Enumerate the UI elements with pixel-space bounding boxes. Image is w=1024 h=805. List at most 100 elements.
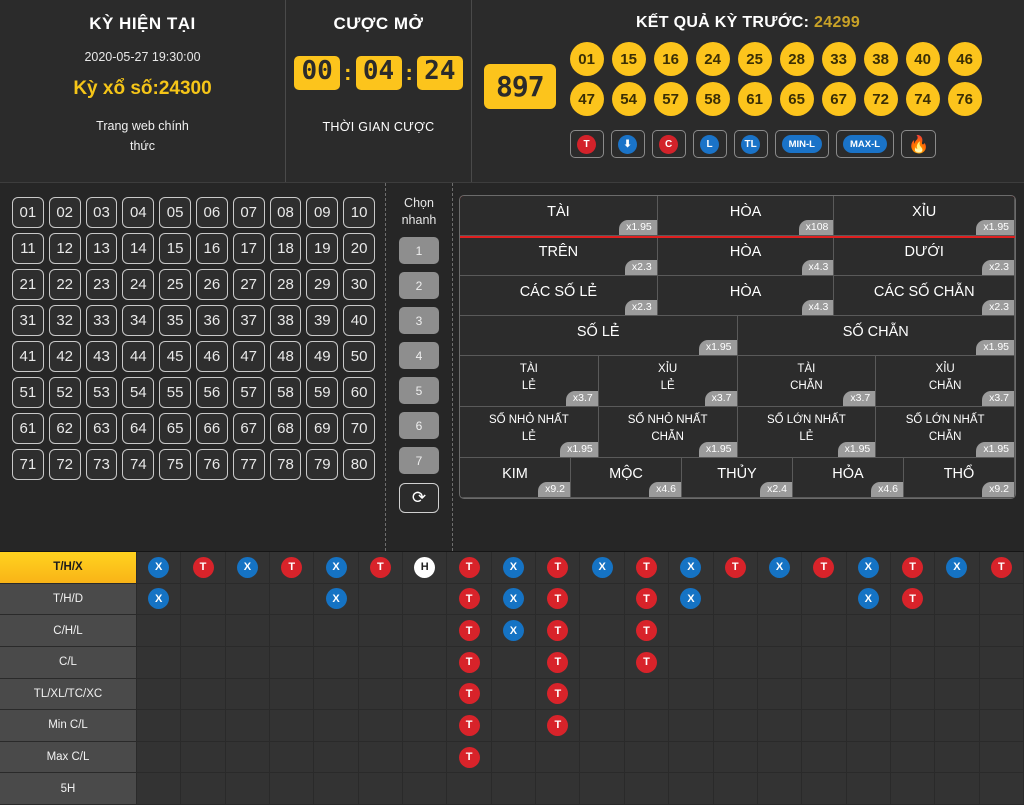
bet-option[interactable]: CÁC SỐ CHẴN x2.3 — [833, 275, 1015, 316]
tag-t-button[interactable]: T — [569, 130, 604, 158]
quick-select-button-6[interactable]: 6 — [399, 412, 439, 439]
quick-select-button-1[interactable]: 1 — [399, 237, 439, 264]
history-row-label[interactable]: TL/XL/TC/XC — [0, 678, 137, 710]
number-cell[interactable]: 21 — [12, 269, 44, 300]
tag-fire-button[interactable]: 🔥 — [901, 130, 937, 158]
number-cell[interactable]: 43 — [85, 341, 118, 372]
bet-option[interactable]: DƯỚI x2.3 — [833, 235, 1015, 276]
bet-option[interactable]: THỔ x9.2 — [903, 457, 1015, 498]
number-cell[interactable]: 03 — [85, 197, 118, 228]
number-cell[interactable]: 50 — [343, 341, 375, 372]
bet-option[interactable]: SỐ LỚN NHẤT LẺ x1.95 — [736, 406, 877, 458]
number-cell[interactable]: 58 — [269, 377, 302, 408]
number-cell[interactable]: 40 — [343, 305, 375, 336]
tag-max-l-button[interactable]: MAX-L — [835, 130, 895, 158]
number-cell[interactable]: 63 — [85, 413, 118, 444]
number-cell[interactable]: 14 — [122, 233, 155, 264]
number-cell[interactable]: 52 — [48, 377, 81, 408]
number-cell[interactable]: 55 — [159, 377, 191, 408]
number-cell[interactable]: 36 — [195, 305, 228, 336]
number-cell[interactable]: 65 — [159, 413, 191, 444]
number-cell[interactable]: 31 — [12, 305, 44, 336]
number-cell[interactable]: 26 — [195, 269, 228, 300]
number-cell[interactable]: 62 — [48, 413, 81, 444]
number-cell[interactable]: 06 — [195, 197, 228, 228]
number-cell[interactable]: 79 — [306, 449, 339, 480]
number-cell[interactable]: 08 — [269, 197, 302, 228]
bet-option[interactable]: TÀI x1.95 — [460, 196, 658, 236]
number-cell[interactable]: 49 — [306, 341, 339, 372]
bet-option[interactable]: KIM x9.2 — [460, 457, 571, 498]
number-cell[interactable]: 80 — [343, 449, 375, 480]
number-cell[interactable]: 09 — [306, 197, 339, 228]
number-cell[interactable]: 23 — [85, 269, 118, 300]
number-cell[interactable]: 15 — [159, 233, 191, 264]
number-cell[interactable]: 32 — [48, 305, 81, 336]
history-row-label[interactable]: C/H/L — [0, 615, 137, 646]
number-cell[interactable]: 66 — [195, 413, 228, 444]
tag-tl-button[interactable]: TL — [733, 130, 768, 158]
number-cell[interactable]: 38 — [269, 305, 302, 336]
history-row-label[interactable]: C/L — [0, 646, 137, 678]
number-cell[interactable]: 73 — [85, 449, 118, 480]
quick-select-button-4[interactable]: 4 — [399, 342, 439, 369]
number-cell[interactable]: 48 — [269, 341, 302, 372]
number-cell[interactable]: 02 — [48, 197, 81, 228]
history-row-label[interactable]: Min C/L — [0, 710, 137, 741]
quick-select-button-5[interactable]: 5 — [399, 377, 439, 404]
number-cell[interactable]: 53 — [85, 377, 118, 408]
quick-select-button-2[interactable]: 2 — [399, 272, 439, 299]
tag-down-button[interactable]: ⬇ — [610, 130, 645, 158]
bet-option[interactable]: XỈU LẺ x3.7 — [597, 355, 738, 407]
number-cell[interactable]: 04 — [122, 197, 155, 228]
number-cell[interactable]: 18 — [269, 233, 302, 264]
number-cell[interactable]: 24 — [122, 269, 155, 300]
bet-option[interactable]: SỐ LẺ x1.95 — [460, 315, 738, 356]
number-cell[interactable]: 01 — [12, 197, 44, 228]
number-cell[interactable]: 35 — [159, 305, 191, 336]
quick-select-button-7[interactable]: 7 — [399, 447, 439, 474]
refresh-icon[interactable]: ⟳ — [399, 483, 439, 513]
bet-option[interactable]: TÀI LẺ x3.7 — [460, 355, 599, 407]
number-cell[interactable]: 60 — [343, 377, 375, 408]
number-cell[interactable]: 12 — [48, 233, 81, 264]
number-cell[interactable]: 77 — [232, 449, 265, 480]
bet-option[interactable]: HÒA x4.3 — [656, 275, 835, 316]
bet-option[interactable]: HỎA x4.6 — [792, 457, 904, 498]
number-cell[interactable]: 47 — [232, 341, 265, 372]
number-cell[interactable]: 71 — [12, 449, 44, 480]
tag-c-button[interactable]: C — [651, 130, 686, 158]
history-row-label[interactable]: 5H — [0, 773, 137, 804]
quick-select-button-3[interactable]: 3 — [399, 307, 439, 334]
history-row-label[interactable]: T/H/X — [0, 552, 137, 583]
number-cell[interactable]: 54 — [122, 377, 155, 408]
number-cell[interactable]: 41 — [12, 341, 44, 372]
tag-l-button[interactable]: L — [692, 130, 727, 158]
history-row-label[interactable]: T/H/D — [0, 583, 137, 615]
number-cell[interactable]: 51 — [12, 377, 44, 408]
bet-option[interactable]: THỦY x2.4 — [681, 457, 793, 498]
number-cell[interactable]: 33 — [85, 305, 118, 336]
number-cell[interactable]: 17 — [232, 233, 265, 264]
number-cell[interactable]: 70 — [343, 413, 375, 444]
tag-min-l-button[interactable]: MIN-L — [774, 130, 829, 158]
bet-option[interactable]: HÒA x4.3 — [656, 235, 835, 276]
number-cell[interactable]: 61 — [12, 413, 44, 444]
bet-option[interactable]: SỐ LỚN NHẤT CHẴN x1.95 — [875, 406, 1015, 458]
number-cell[interactable]: 05 — [159, 197, 191, 228]
history-row-label[interactable]: Max C/L — [0, 741, 137, 773]
number-cell[interactable]: 25 — [159, 269, 191, 300]
number-cell[interactable]: 28 — [269, 269, 302, 300]
number-cell[interactable]: 13 — [85, 233, 118, 264]
bet-option[interactable]: HÒA x108 — [656, 196, 835, 236]
number-cell[interactable]: 45 — [159, 341, 191, 372]
number-cell[interactable]: 16 — [195, 233, 228, 264]
number-cell[interactable]: 78 — [269, 449, 302, 480]
number-cell[interactable]: 11 — [12, 233, 44, 264]
bet-option[interactable]: XỈU CHẴN x3.7 — [875, 355, 1015, 407]
number-cell[interactable]: 76 — [195, 449, 228, 480]
bet-option[interactable]: XỈU x1.95 — [833, 196, 1015, 236]
number-cell[interactable]: 29 — [306, 269, 339, 300]
number-cell[interactable]: 30 — [343, 269, 375, 300]
number-cell[interactable]: 59 — [306, 377, 339, 408]
